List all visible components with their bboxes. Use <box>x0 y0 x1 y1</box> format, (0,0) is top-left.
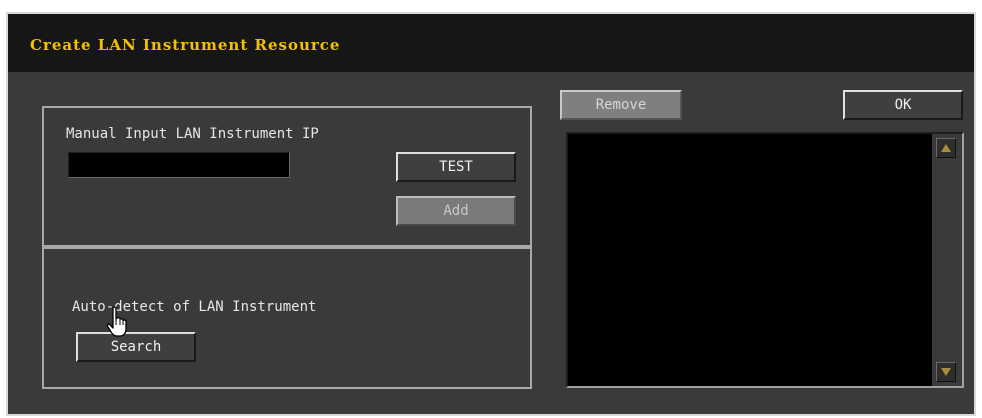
remove-button[interactable]: Remove <box>560 90 682 120</box>
manual-input-label: Manual Input LAN Instrument IP <box>66 126 319 142</box>
instrument-list[interactable] <box>568 134 932 386</box>
create-lan-instrument-dialog: Create LAN Instrument Resource Manual In… <box>6 12 976 416</box>
scroll-up-arrow-icon <box>941 144 951 152</box>
ip-address-field[interactable] <box>68 152 290 178</box>
title-bar: Create LAN Instrument Resource <box>8 14 974 72</box>
ok-button[interactable]: OK <box>843 90 963 120</box>
vertical-scrollbar[interactable] <box>932 134 962 386</box>
scroll-down-arrow-icon <box>941 368 951 376</box>
instrument-list-box <box>566 132 964 388</box>
auto-detect-label: Auto-detect of LAN Instrument <box>72 299 317 315</box>
add-button[interactable]: Add <box>396 196 516 226</box>
test-button[interactable]: TEST <box>396 152 516 182</box>
scroll-up-button[interactable] <box>936 138 956 158</box>
search-button[interactable]: Search <box>76 332 196 362</box>
scroll-down-button[interactable] <box>936 362 956 382</box>
dialog-title: Create LAN Instrument Resource <box>30 36 341 54</box>
manual-input-panel: Manual Input LAN Instrument IP TEST Add <box>42 106 532 247</box>
auto-detect-panel: Auto-detect of LAN Instrument Search <box>42 247 532 389</box>
